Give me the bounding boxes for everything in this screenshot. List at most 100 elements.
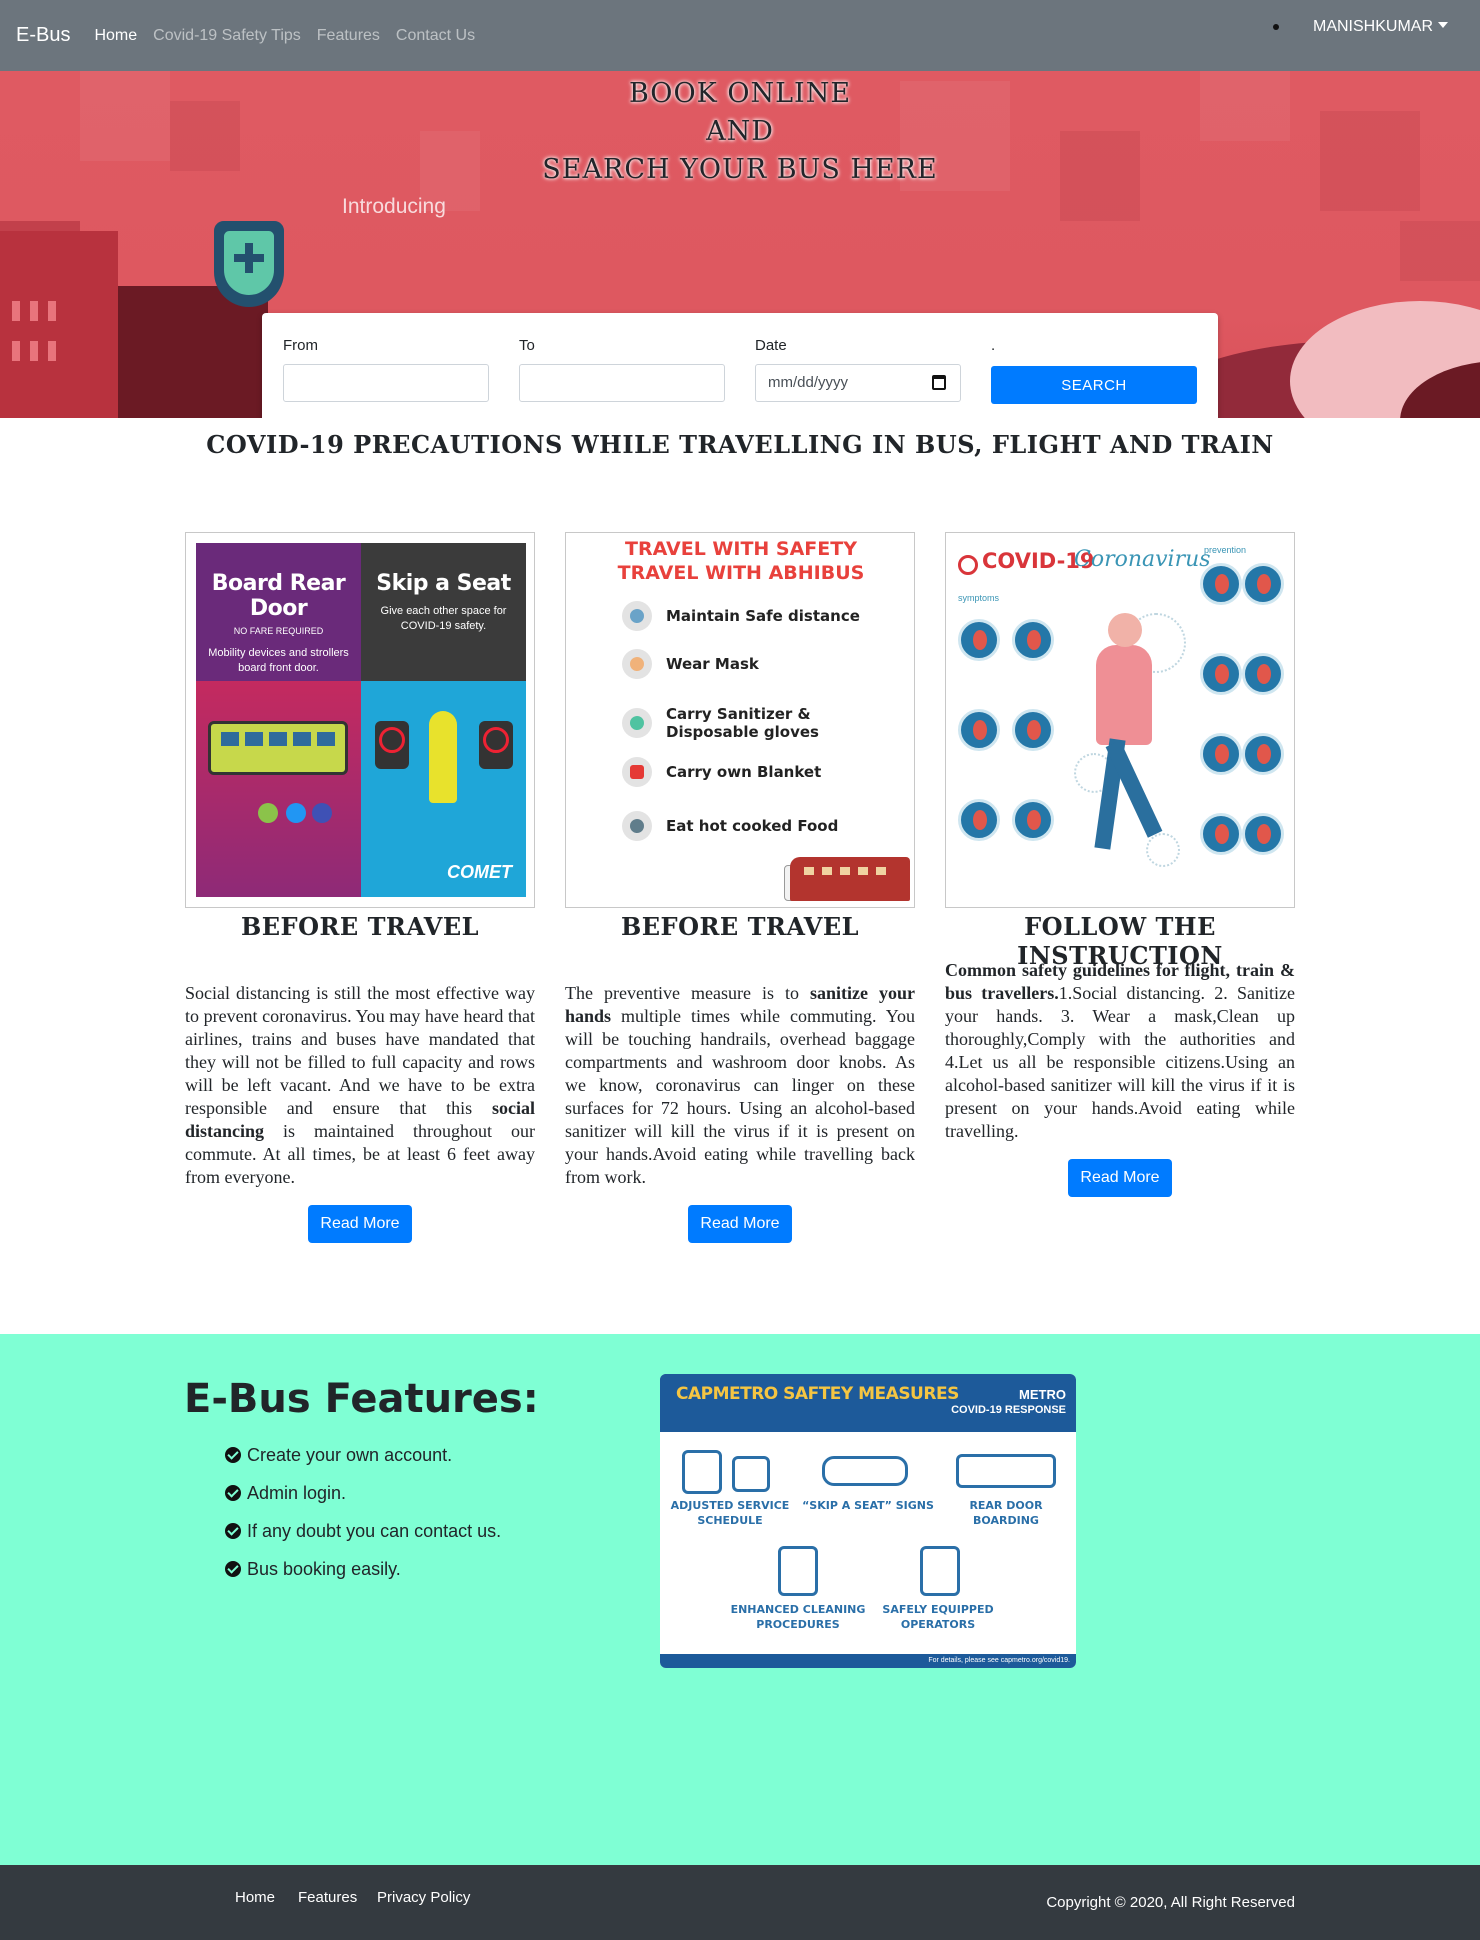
from-input[interactable] [283,364,489,402]
poster-subheading: NO FARE REQUIRED [233,626,324,636]
search-button-label: . [991,337,996,354]
person-illustration [1088,613,1163,883]
poster-script: Coronavirus [1074,547,1211,572]
user-name: MANISHKUMAR [1312,18,1433,35]
poster-label: ADJUSTED SERVICE SCHEDULE [670,1499,790,1527]
sanitizer-icon [622,708,652,738]
poster-label: ENHANCED CLEANING PROCEDURES [730,1603,866,1631]
poster-footer: For details, please see capmetro.org/cov… [660,1654,1076,1668]
date-label: Date [755,337,787,354]
hero-title: BOOK ONLINE AND SEARCH YOUR BUS HERE [0,75,1480,189]
sanitizer-hand-icon [920,1546,960,1596]
card-text: Common safety guidelines for flight, tra… [945,960,1295,1141]
hero-title-line3: SEARCH YOUR BUS HERE [542,154,938,185]
date-input[interactable]: mm/dd/yyyy [755,364,961,402]
features-heading: E-Bus Features: [184,1376,539,1422]
card-title: BEFORE TRAVEL [620,912,860,941]
date-placeholder: mm/dd/yyyy [768,374,849,391]
footer-link-home[interactable]: Home [235,1889,275,1906]
poster-label: “SKIP A SEAT” SIGNS [802,1499,934,1512]
card-title: BEFORE TRAVEL [240,912,480,941]
poster-item: Eat hot cooked Food [666,817,839,835]
coronavirus-symptoms-poster: COVID-19 Coronavirus symptoms prevention [945,532,1295,908]
poster-item: Maintain Safe distance [666,607,860,625]
caret-down-icon [1438,22,1448,28]
nav-features[interactable]: Features [317,27,380,45]
seat-icon [822,1456,908,1486]
schedule-icon [732,1456,770,1492]
from-field-group: From [283,337,489,402]
read-more-button[interactable]: Read More [1068,1159,1172,1197]
hero-title-line2: AND [706,116,774,147]
poster-label: REAR DOOR BOARDING [969,1499,1043,1527]
stroller-icon [312,803,332,823]
check-circle-icon [225,1561,241,1577]
to-label: To [519,337,535,354]
hero-title-line1: BOOK ONLINE [628,78,852,109]
poster-item: Carry Sanitizer & Disposable gloves [666,705,819,741]
check-circle-icon [225,1447,241,1463]
blanket-icon [622,757,652,787]
search-button[interactable]: SEARCH [991,366,1197,404]
train-icon [790,857,910,901]
mask-icon [622,649,652,679]
poster-label: symptoms [958,593,1000,603]
search-field-group: . [991,337,1197,364]
poster-label: SAFELY EQUIPPED OPERATORS [882,1603,994,1631]
card-text: The preventive measure is to sanitize yo… [565,983,915,1187]
poster-heading: Skip a Seat [376,571,511,596]
navbar: E-Bus Home Covid-19 Safety Tips Features… [0,0,1480,71]
list-item: Bus booking easily. [225,1550,501,1588]
poster-text: Mobility devices and strollers board fro… [208,647,349,674]
read-more-button[interactable]: Read More [688,1205,792,1243]
bus-icon [208,721,348,775]
calendar-icon[interactable] [932,375,946,390]
distance-icon [622,601,652,631]
to-input[interactable] [519,364,725,402]
copyright-text: Copyright © 2020, All Right Reserved [1046,1894,1295,1911]
list-item: Create your own account. [225,1436,501,1474]
precaution-card-1: Board Rear Door NO FARE REQUIRED Mobilit… [185,532,535,1243]
no-sit-icon [379,727,405,753]
hero-banner: Introducing BOOK ONLINE AND SEARCH YOUR … [0,71,1480,418]
from-label: From [283,337,318,354]
precaution-card-2: TRAVEL WITH SAFETY TRAVEL WITH ABHIBUS M… [565,532,915,1243]
check-circle-icon [225,1485,241,1501]
footer-link-privacy-policy[interactable]: Privacy Policy [377,1889,470,1906]
list-item: If any doubt you can contact us. [225,1512,501,1550]
list-item: Admin login. [225,1474,501,1512]
nav-covid-safety-tips[interactable]: Covid-19 Safety Tips [153,27,301,45]
brand-link[interactable]: E-Bus [16,24,70,47]
building-illustration [0,231,118,418]
board-rear-door-poster: Board Rear Door NO FARE REQUIRED Mobilit… [185,532,535,908]
rear-bus-icon [956,1454,1056,1488]
footer-link-features[interactable]: Features [298,1889,357,1906]
person-icon [429,711,457,803]
footer: Home Features Privacy Policy Copyright ©… [0,1865,1480,1940]
card-text: Social distancing is still the most effe… [185,983,535,1187]
comet-logo: COMET [447,862,512,882]
walk-icon [258,803,278,823]
date-field-group: Date mm/dd/yyyy [755,337,961,402]
food-icon [622,811,652,841]
poster-brand: METRO COVID-19 RESPONSE [951,1387,1066,1417]
nav-home[interactable]: Home [94,27,137,45]
hero-background-text: Introducing [342,195,446,218]
poster-heading: TRAVEL WITH SAFETY TRAVEL WITH ABHIBUS [617,538,865,584]
read-more-button[interactable]: Read More [308,1205,412,1243]
check-circle-icon [225,1523,241,1539]
features-list: Create your own account. Admin login. If… [225,1436,501,1588]
bus-icon [682,1450,722,1494]
travel-safety-poster: TRAVEL WITH SAFETY TRAVEL WITH ABHIBUS M… [565,532,915,908]
nav-contact-us[interactable]: Contact Us [396,27,475,45]
shield-icon [214,221,284,307]
bullet-icon [1272,24,1279,30]
no-sit-icon [483,727,509,753]
cleaning-spray-icon [778,1546,818,1596]
capmetro-poster: CAPMETRO SAFTEY MEASURES METRO COVID-19 R… [660,1374,1076,1668]
wheelchair-icon [286,803,306,823]
poster-title: CAPMETRO SAFTEY MEASURES [676,1384,959,1404]
poster-text: Give each other space for COVID-19 safet… [380,605,507,632]
poster-item: Wear Mask [666,655,759,673]
user-dropdown[interactable]: MANISHKUMAR [1313,18,1448,36]
